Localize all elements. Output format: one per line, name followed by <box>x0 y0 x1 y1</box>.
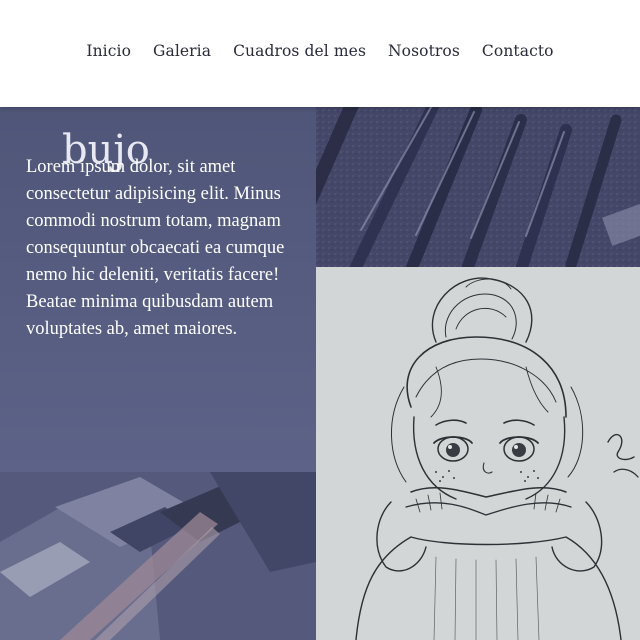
site-header: Inicio Galeria Cuadros del mes Nosotros … <box>0 0 640 107</box>
nav-link-cuadros-del-mes[interactable]: Cuadros del mes <box>233 42 366 60</box>
nav-link-galeria[interactable]: Galeria <box>153 42 211 60</box>
nav-link-inicio[interactable]: Inicio <box>86 42 131 60</box>
main-nav: Inicio Galeria Cuadros del mes Nosotros … <box>0 42 640 60</box>
section-paragraph: Lorem ipsum dolor, sit amet consectetur … <box>26 157 285 339</box>
nav-link-nosotros[interactable]: Nosotros <box>388 42 460 60</box>
palette-image <box>0 472 316 640</box>
nav-link-contacto[interactable]: Contacto <box>482 42 554 60</box>
sketch-image <box>316 267 640 640</box>
